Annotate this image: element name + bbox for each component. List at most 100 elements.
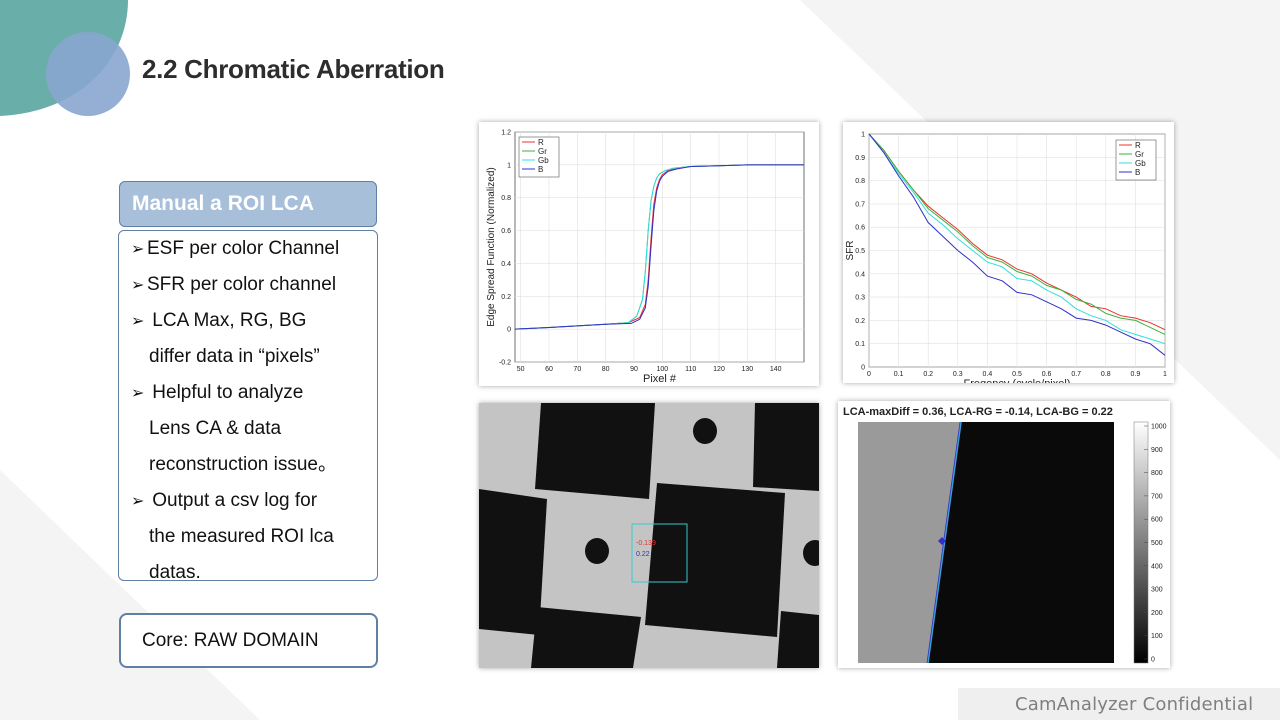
- x-tick-label: 0.7: [1071, 371, 1081, 378]
- x-tick-label: 0.3: [953, 371, 963, 378]
- y-tick-label: 0.9: [855, 155, 865, 162]
- colorbar-tick-label: 300: [1151, 587, 1163, 594]
- arrow-bullet-icon: ➢: [131, 241, 145, 258]
- list-item: ➢ Helpful to analyze: [131, 375, 303, 412]
- list-item: ➢ SFR per color channel: [131, 267, 336, 304]
- legend-entry: Gb: [538, 156, 549, 165]
- y-tick-label: 0.5: [855, 248, 865, 255]
- list-item-text: Output a csv log for: [152, 490, 318, 511]
- x-tick-label: 0.1: [894, 371, 904, 378]
- arrow-bullet-icon: ➢: [131, 313, 145, 330]
- y-tick-label: 0.8: [855, 178, 865, 185]
- x-tick-label: 0.4: [983, 371, 993, 378]
- colorbar-tick-label: 1000: [1151, 424, 1167, 431]
- y-tick-label: 0.1: [855, 341, 865, 348]
- legend-entry: B: [538, 165, 543, 174]
- section-header: Manual a ROI LCA: [119, 181, 377, 227]
- colorbar-tick-label: 600: [1151, 517, 1163, 524]
- x-tick-label: 0: [867, 371, 871, 378]
- y-tick-label: 0: [507, 327, 511, 334]
- x-tick-label: 70: [573, 366, 581, 373]
- y-tick-label: 0.4: [501, 261, 511, 268]
- colorbar-tick-label: 400: [1151, 563, 1163, 570]
- legend-entry: R: [1135, 141, 1141, 150]
- colorbar-tick-label: 200: [1151, 610, 1163, 617]
- y-tick-label: 1.2: [501, 130, 511, 137]
- x-tick-label: 100: [656, 366, 668, 373]
- colorbar-tick-label: 800: [1151, 470, 1163, 477]
- x-tick-label: 0.2: [923, 371, 933, 378]
- esf-chart-panel: 50 60 70 80 90 100 110 120 130 140 -0.2 0 0.2 0.4 0.6 0…: [479, 122, 819, 386]
- x-tick-label: 50: [517, 366, 525, 373]
- x-tick-label: 120: [713, 366, 725, 373]
- esf-chart: 50 60 70 80 90 100 110 120 130 140 -0.2 0 0.2 0.4 0.6 0…: [486, 130, 805, 385]
- legend-entry: Gr: [1135, 150, 1144, 159]
- x-axis-label: Freqency (cycle/pixel): [964, 378, 1071, 383]
- list-item-continued: Lens CA & data: [149, 418, 282, 439]
- colorbar-tick-label: 700: [1151, 493, 1163, 500]
- y-axis-label: SFR: [845, 241, 856, 261]
- y-tick-label: 0.6: [855, 225, 865, 232]
- x-axis-label: Pixel #: [643, 373, 677, 385]
- y-tick-label: 0.8: [501, 195, 511, 202]
- y-tick-label: 0.7: [855, 201, 865, 208]
- x-tick-label: 60: [545, 366, 553, 373]
- x-tick-label: 1: [1163, 371, 1167, 378]
- colorbar-tick-label: 0: [1151, 657, 1155, 664]
- legend-entry: R: [538, 138, 544, 147]
- lca-edge-image: LCA-maxDiff = 0.36, LCA-RG = -0.14, LCA-…: [843, 406, 1167, 664]
- roi-bg-label: 0.22: [636, 551, 650, 558]
- y-tick-label: 0.4: [855, 271, 865, 278]
- y-tick-label: 0.6: [501, 228, 511, 235]
- list-item-continued: differ data in “pixels”: [149, 346, 320, 367]
- legend-entry: Gb: [1135, 159, 1146, 168]
- roi-image-panel: -0.139 0.22: [479, 403, 819, 668]
- colorbar-tick-label: 100: [1151, 633, 1163, 640]
- colorbar-tick-label: 900: [1151, 447, 1163, 454]
- x-tick-label: 90: [630, 366, 638, 373]
- list-item-text: Helpful to analyze: [152, 382, 304, 403]
- sfr-chart: 0 0.1 0.2 0.3 0.4 0.5 0.6 0.7 0.8 0.9 1 0 0.1 0.2 0.3 0…: [845, 132, 1167, 384]
- y-tick-label: 1: [861, 132, 865, 139]
- y-tick-label: -0.2: [499, 360, 511, 367]
- legend-entry: B: [1135, 168, 1140, 177]
- colorbar-tick-label: 500: [1151, 540, 1163, 547]
- arrow-bullet-icon: ➢: [131, 385, 145, 402]
- x-tick-label: 0.5: [1012, 371, 1022, 378]
- y-tick-label: 0.2: [855, 318, 865, 325]
- x-tick-label: 110: [685, 366, 696, 373]
- y-tick-label: 0.2: [501, 294, 511, 301]
- core-domain-box: Core: RAW DOMAIN: [119, 613, 378, 668]
- arrow-bullet-icon: ➢: [131, 493, 145, 510]
- arrow-bullet-icon: ➢: [131, 277, 145, 294]
- list-item-continued: the measured ROI lca: [149, 526, 334, 547]
- core-domain-label: Core: RAW DOMAIN: [142, 630, 319, 651]
- lca-result-title: LCA-maxDiff = 0.36, LCA-RG = -0.14, LCA-…: [843, 406, 1113, 418]
- x-tick-label: 0.8: [1101, 371, 1111, 378]
- section-header-label: Manual a ROI LCA: [132, 192, 315, 215]
- list-item-continued: reconstruction issue。: [149, 454, 337, 475]
- y-tick-label: 1: [507, 162, 511, 169]
- x-tick-label: 80: [602, 366, 610, 373]
- footer-label: CamAnalyzer Confidential: [1015, 694, 1254, 715]
- x-tick-label: 140: [770, 366, 782, 373]
- page-title: 2.2 Chromatic Aberration: [142, 54, 445, 84]
- list-item: ➢ LCA Max, RG, BG: [131, 303, 306, 340]
- roi-checkerboard-image: -0.139 0.22: [479, 403, 819, 668]
- list-item: ➢ ESF per color Channel: [131, 231, 339, 268]
- y-tick-label: 0.3: [855, 295, 865, 302]
- legend-entry: Gr: [538, 147, 547, 156]
- sfr-chart-panel: 0 0.1 0.2 0.3 0.4 0.5 0.6 0.7 0.8 0.9 1 0 0.1 0.2 0.3 0…: [843, 122, 1174, 383]
- list-item-text: LCA Max, RG, BG: [152, 310, 307, 331]
- list-item-continued: datas.: [149, 562, 201, 583]
- lca-image-panel: LCA-maxDiff = 0.36, LCA-RG = -0.14, LCA-…: [838, 401, 1170, 668]
- x-tick-label: 0.6: [1042, 371, 1052, 378]
- feature-list: ➢ ESF per color Channel ➢ SFR per color ch…: [118, 230, 378, 583]
- roi-rg-label: -0.139: [636, 540, 656, 547]
- y-tick-label: 0: [861, 365, 865, 372]
- list-item-text: SFR per color channel: [147, 274, 337, 295]
- y-axis-label: Edge Spread Function (Normalized): [486, 167, 497, 327]
- list-item: ➢ Output a csv log for: [131, 483, 317, 520]
- x-tick-label: 0.9: [1131, 371, 1141, 378]
- x-tick-label: 130: [741, 366, 753, 373]
